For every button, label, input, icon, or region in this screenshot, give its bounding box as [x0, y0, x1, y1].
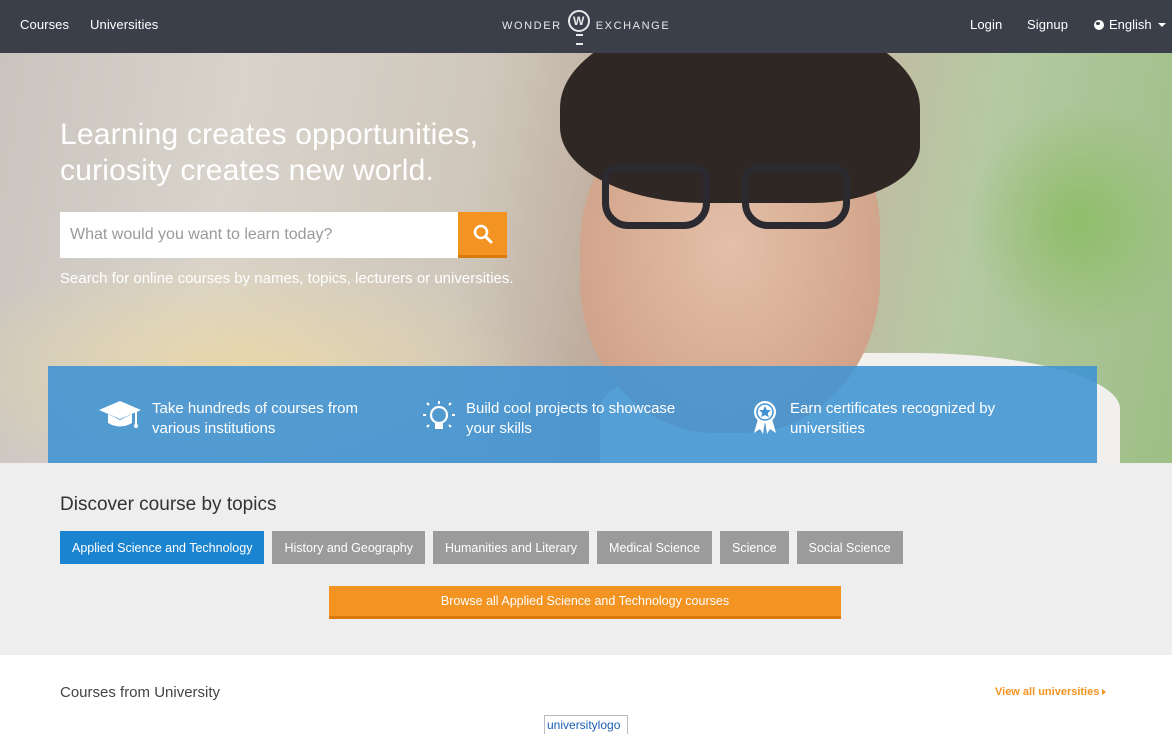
topic-chip-humanities-literary[interactable]: Humanities and Literary	[433, 531, 590, 564]
search-icon	[473, 224, 492, 243]
hero-headline-line1: Learning creates opportunities,	[60, 118, 479, 151]
topic-chip-science[interactable]: Science	[720, 531, 789, 564]
search-hint: Search for online courses by names, topi…	[60, 270, 514, 287]
university-logo-image[interactable]: universitylogo	[544, 715, 628, 734]
brand-wordmark-left: WONDER	[502, 20, 562, 32]
topic-chip-medical-science[interactable]: Medical Science	[597, 531, 713, 564]
topics-section: Discover course by topics Applied Scienc…	[0, 463, 1172, 655]
brand-mark-letter: W	[573, 14, 585, 28]
brand-logo[interactable]: WONDER W EXCHANGE	[502, 8, 671, 45]
view-all-universities-link[interactable]: View all universities	[995, 686, 1107, 698]
feature-projects-line2: your skills	[466, 420, 532, 437]
course-search-input[interactable]	[60, 212, 458, 258]
topic-chip-applied-science[interactable]: Applied Science and Technology	[60, 531, 265, 564]
feature-certificates-line1: Earn certificates recognized by	[790, 400, 996, 417]
hero-headline-line2: curiosity creates new world.	[60, 154, 435, 187]
lightbulb-icon	[423, 401, 455, 429]
browse-topic-courses-button[interactable]: Browse all Applied Science and Technolog…	[329, 586, 841, 619]
topic-chip-list: Applied Science and Technology History a…	[60, 531, 911, 564]
feature-certificates: Earn certificates recognized by universi…	[750, 399, 995, 439]
topics-title: Discover course by topics	[60, 494, 277, 515]
features-strip: Take hundreds of courses from various in…	[48, 366, 1097, 463]
language-selector[interactable]: English	[1094, 17, 1166, 32]
top-navbar: Courses Universities WONDER W EXCHANGE L…	[0, 0, 1172, 53]
login-link[interactable]: Login	[970, 17, 1002, 32]
lightbulb-logo-icon: W	[567, 10, 590, 45]
feature-courses-line2: various institutions	[152, 420, 276, 437]
view-all-universities-label: View all universities	[995, 686, 1100, 698]
hero-headline: Learning creates opportunities, curiosit…	[60, 117, 580, 189]
search-button[interactable]	[458, 212, 507, 258]
award-ribbon-icon	[754, 401, 776, 434]
language-label: English	[1109, 17, 1152, 32]
hero-photo-glasses-right	[742, 165, 850, 229]
graduation-cap-icon	[99, 401, 141, 428]
nav-universities-link[interactable]: Universities	[90, 17, 158, 32]
universities-title: Courses from University	[60, 684, 221, 701]
caret-right-icon	[1102, 689, 1107, 695]
course-search-bar	[60, 212, 507, 258]
feature-courses-line1: Take hundreds of courses from	[152, 400, 358, 417]
feature-projects-line1: Build cool projects to showcase	[466, 400, 676, 417]
globe-icon	[1094, 19, 1104, 30]
brand-wordmark-right: EXCHANGE	[595, 20, 671, 32]
universities-section: Courses from University View all univers…	[0, 655, 1172, 734]
caret-down-icon	[1157, 22, 1166, 27]
nav-courses-link[interactable]: Courses	[20, 17, 69, 32]
feature-courses: Take hundreds of courses from various in…	[98, 399, 358, 439]
feature-certificates-line2: universities	[790, 420, 866, 437]
topic-chip-social-science[interactable]: Social Science	[796, 531, 903, 564]
hero-bg-foliage	[960, 93, 1172, 353]
signup-link[interactable]: Signup	[1027, 17, 1068, 32]
feature-projects: Build cool projects to showcase your ski…	[422, 399, 675, 439]
topic-chip-history-geography[interactable]: History and Geography	[272, 531, 426, 564]
hero-photo-glasses-left	[602, 165, 710, 229]
